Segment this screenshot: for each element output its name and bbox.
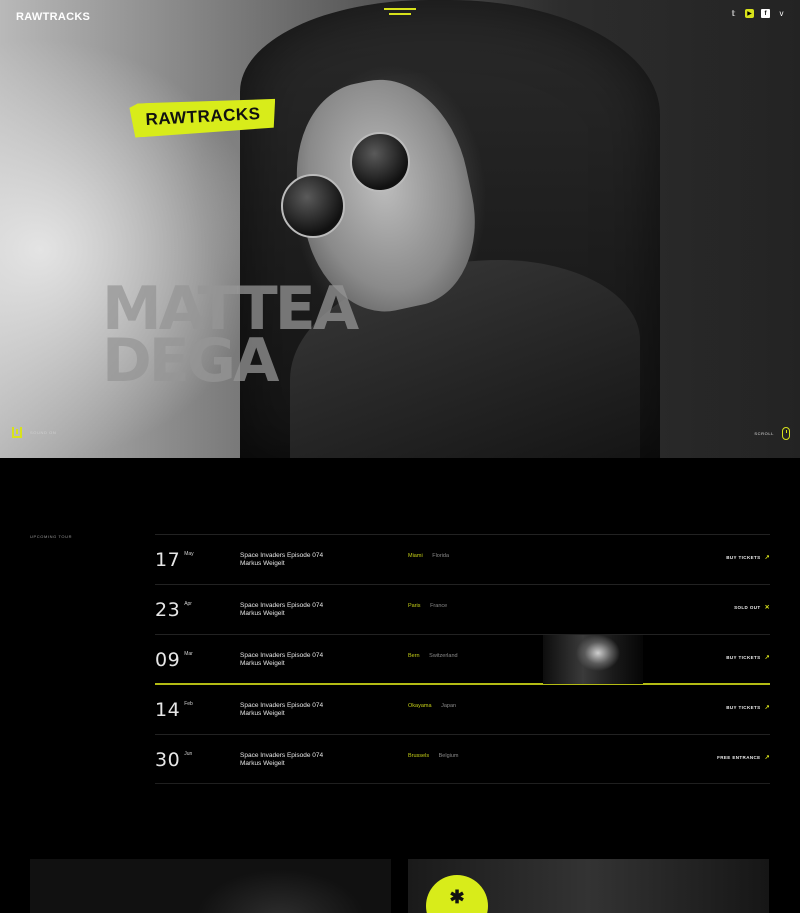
social-links: 𝕥 ▶ f v bbox=[729, 9, 786, 18]
tour-city: Okayama bbox=[408, 703, 432, 709]
tour-country: Florida bbox=[432, 553, 450, 559]
tour-location: Brussels Belgium bbox=[408, 753, 459, 759]
hero-section: RAWTRACKS 𝕥 ▶ f v RAWTRACKS MATTEA DEGA … bbox=[0, 0, 800, 458]
event-artist: Markus Weigelt bbox=[240, 710, 285, 717]
tour-list: 17 May Space Invaders Episode 074 Markus… bbox=[155, 534, 770, 784]
tour-country: Japan bbox=[441, 703, 457, 709]
tour-event: Space Invaders Episode 074 Markus Weigel… bbox=[240, 552, 323, 568]
event-artist: Markus Weigelt bbox=[240, 610, 285, 617]
tour-location: Paris France bbox=[408, 603, 447, 609]
tour-day: 09 bbox=[155, 649, 181, 671]
tour-city: Brussels bbox=[408, 753, 430, 759]
tour-city: Paris bbox=[408, 603, 421, 609]
youtube-icon[interactable]: ▶ bbox=[745, 9, 754, 18]
event-title: Space Invaders Episode 074 bbox=[240, 702, 324, 709]
tour-row[interactable]: 17 May Space Invaders Episode 074 Markus… bbox=[155, 534, 770, 584]
tour-month: Feb bbox=[184, 701, 193, 707]
arrow-up-right-icon: ↗ bbox=[764, 655, 770, 661]
sunglasses-lens-right bbox=[350, 132, 410, 192]
artist-name: MATTEA DEGA bbox=[102, 279, 359, 391]
tour-month: Mar bbox=[184, 651, 193, 657]
event-hover-thumbnail bbox=[543, 635, 643, 684]
tour-day: 23 bbox=[155, 599, 181, 621]
tour-date: 30 Jun bbox=[155, 749, 192, 771]
sound-icon bbox=[12, 427, 22, 438]
tour-country: France bbox=[430, 603, 448, 609]
tour-event: Space Invaders Episode 074 Markus Weigel… bbox=[240, 702, 323, 718]
tour-location: Okayama Japan bbox=[408, 703, 456, 709]
event-artist: Markus Weigelt bbox=[240, 760, 285, 767]
brand-badge-icon: ✱ bbox=[426, 875, 488, 913]
menu-line-icon bbox=[388, 13, 412, 15]
tour-row[interactable]: 23 Apr Space Invaders Episode 074 Markus… bbox=[155, 584, 770, 634]
free-entrance-button[interactable]: FREE ENTRANCE ↗ bbox=[717, 754, 770, 761]
tour-day: 17 bbox=[155, 549, 181, 571]
tour-country: Belgium bbox=[438, 753, 459, 759]
mouse-icon bbox=[782, 427, 790, 440]
event-title: Space Invaders Episode 074 bbox=[240, 652, 324, 659]
arrow-up-right-icon: ↗ bbox=[764, 555, 770, 561]
ticket-label: FREE ENTRANCE bbox=[717, 755, 761, 760]
brand-sticker-text: RAWTRACKS bbox=[145, 104, 261, 129]
tour-divider bbox=[155, 783, 770, 784]
tour-row[interactable]: 30 Jun Space Invaders Episode 074 Markus… bbox=[155, 734, 770, 784]
tour-country: Switzerland bbox=[429, 653, 458, 659]
menu-line-icon bbox=[384, 8, 416, 10]
tour-city: Bern bbox=[408, 653, 420, 659]
tour-event: Space Invaders Episode 074 Markus Weigel… bbox=[240, 752, 323, 768]
tour-location: Miami Florida bbox=[408, 553, 449, 559]
vimeo-icon[interactable]: v bbox=[777, 9, 786, 18]
tour-month: Apr bbox=[184, 601, 192, 607]
tour-date: 14 Feb bbox=[155, 699, 193, 721]
buy-tickets-button[interactable]: BUY TICKETS ↗ bbox=[726, 654, 770, 661]
tour-day: 30 bbox=[155, 749, 181, 771]
tour-date: 09 Mar bbox=[155, 649, 193, 671]
event-artist: Markus Weigelt bbox=[240, 560, 285, 567]
buy-tickets-button[interactable]: BUY TICKETS ↗ bbox=[726, 704, 770, 711]
event-title: Space Invaders Episode 074 bbox=[240, 752, 324, 759]
tour-date: 23 Apr bbox=[155, 599, 192, 621]
gallery-card[interactable]: ✱ bbox=[408, 859, 769, 913]
sunglasses-lens-left bbox=[281, 174, 345, 238]
event-title: Space Invaders Episode 074 bbox=[240, 552, 324, 559]
tour-city: Miami bbox=[408, 553, 423, 559]
tour-section-label: UPCOMING TOUR bbox=[30, 534, 73, 539]
arrow-up-right-icon: ↗ bbox=[764, 755, 770, 761]
tour-event: Space Invaders Episode 074 Markus Weigel… bbox=[240, 652, 323, 668]
facebook-icon[interactable]: f bbox=[761, 9, 770, 18]
tour-date: 17 May bbox=[155, 549, 194, 571]
tour-day: 14 bbox=[155, 699, 181, 721]
ticket-label: BUY TICKETS bbox=[726, 655, 761, 660]
sold-out-label: SOLD OUT ✕ bbox=[734, 604, 770, 611]
event-title: Space Invaders Episode 074 bbox=[240, 602, 324, 609]
arrow-up-right-icon: ↗ bbox=[764, 705, 770, 711]
tour-event: Space Invaders Episode 074 Markus Weigel… bbox=[240, 602, 323, 618]
twitter-icon[interactable]: 𝕥 bbox=[729, 9, 738, 18]
buy-tickets-button[interactable]: BUY TICKETS ↗ bbox=[726, 554, 770, 561]
tour-row[interactable]: 14 Feb Space Invaders Episode 074 Markus… bbox=[155, 684, 770, 734]
site-logo[interactable]: RAWTRACKS bbox=[16, 11, 90, 23]
menu-toggle-button[interactable] bbox=[384, 8, 416, 16]
close-icon: ✕ bbox=[764, 605, 770, 611]
tour-month: May bbox=[184, 551, 194, 557]
ticket-label: BUY TICKETS bbox=[726, 555, 761, 560]
gallery-card[interactable] bbox=[30, 859, 391, 913]
ticket-label: BUY TICKETS bbox=[726, 705, 761, 710]
sound-toggle[interactable]: SOUND ON bbox=[12, 427, 56, 438]
tour-row[interactable]: 09 Mar Space Invaders Episode 074 Markus… bbox=[155, 634, 770, 684]
ticket-label: SOLD OUT bbox=[734, 605, 761, 610]
tour-location: Bern Switzerland bbox=[408, 653, 458, 659]
scroll-indicator[interactable]: SCROLL bbox=[754, 427, 790, 440]
event-artist: Markus Weigelt bbox=[240, 660, 285, 667]
scroll-label: SCROLL bbox=[754, 431, 774, 436]
sound-toggle-label: SOUND ON bbox=[30, 430, 57, 435]
tour-month: Jun bbox=[184, 751, 193, 757]
